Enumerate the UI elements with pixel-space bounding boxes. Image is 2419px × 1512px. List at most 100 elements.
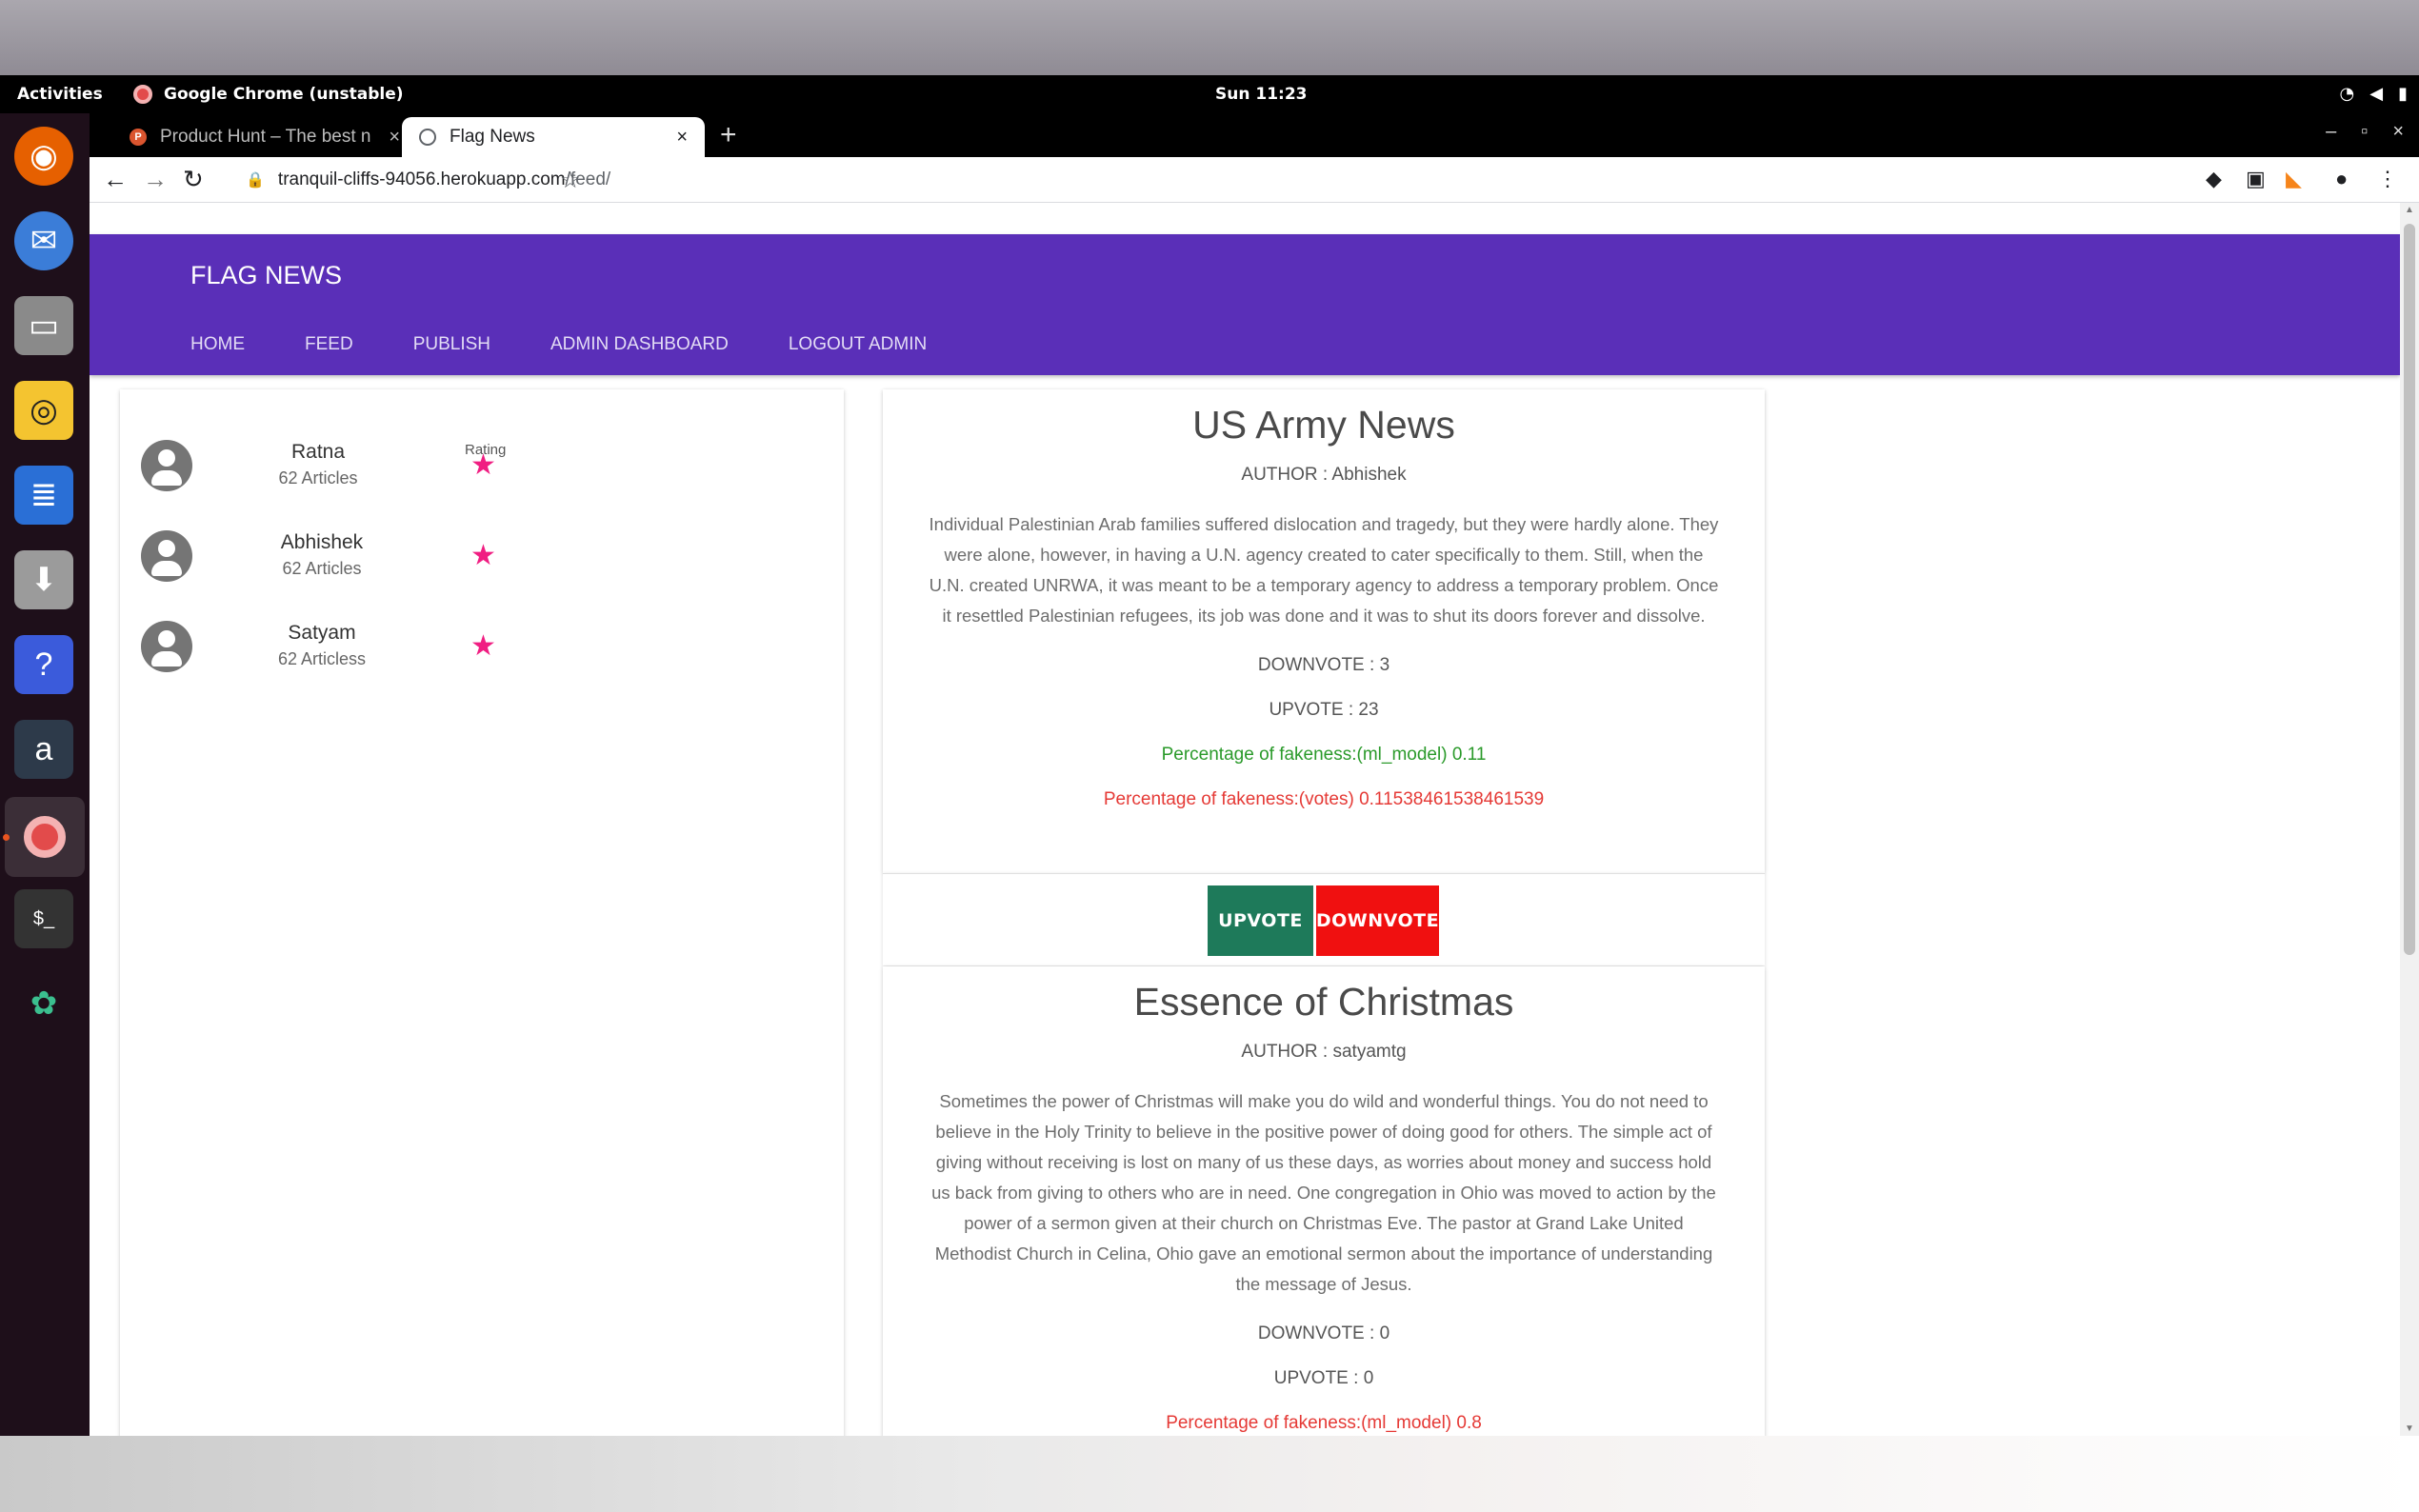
dock: ◉ ✉ ▭ ◎ ≣ ⬇ ? a $_ ✿ <box>0 113 90 1512</box>
fakeness-ml: Percentage of fakeness:(ml_model) 0.11 <box>1161 745 1487 765</box>
profile-icon[interactable]: ● <box>2335 167 2348 191</box>
files-icon[interactable]: ▭ <box>14 296 73 355</box>
running-indicator <box>3 834 10 841</box>
tab-flag-news[interactable]: Flag News × <box>402 117 705 157</box>
firefox-icon[interactable]: ◉ <box>14 127 73 186</box>
address-bar[interactable]: 🔒 tranquil-cliffs-94056.herokuapp.com/fe… <box>230 163 2269 197</box>
upvote-button[interactable]: UPVOTE <box>1208 885 1313 956</box>
system-top-bar: Activities Google Chrome (unstable) Sun … <box>0 75 2419 113</box>
avatar-icon <box>141 530 192 582</box>
writer-icon[interactable]: ≣ <box>14 466 73 525</box>
forward-icon[interactable]: → <box>143 165 168 194</box>
maximize-icon[interactable]: ▫ <box>2361 121 2368 143</box>
nav-logout-admin[interactable]: LOGOUT ADMIN <box>789 334 927 355</box>
thunderbird-icon[interactable]: ✉ <box>14 211 73 270</box>
downvote-count: DOWNVOTE : 0 <box>1257 1323 1390 1343</box>
bookmark-star-icon[interactable]: ☆ <box>560 167 2249 194</box>
close-tab-icon[interactable]: × <box>389 127 400 149</box>
tab-product-hunt[interactable]: P Product Hunt – The best n × <box>112 117 417 157</box>
rating-star-icon: ★ <box>470 449 496 481</box>
amazon-icon[interactable]: a <box>14 720 73 779</box>
site-navbar: FLAG NEWS HOME FEED PUBLISH ADMIN DASHBO… <box>90 234 2400 375</box>
lock-icon: 🔒 <box>246 172 265 189</box>
author-name: Abhishek <box>280 531 364 553</box>
terminal-icon[interactable]: $_ <box>14 889 73 948</box>
rating-star-icon: ★ <box>470 540 496 571</box>
chrome-icon <box>133 85 152 104</box>
author-name: Satyam <box>288 622 356 644</box>
desktop-wallpaper-bottom <box>0 1436 2419 1512</box>
url-host: tranquil-cliffs-94056.herokuapp.com <box>277 169 566 189</box>
fakeness-ml: Percentage of fakeness:(ml_model) 0.8 <box>1166 1413 1482 1433</box>
author-article-count: 62 Articles <box>278 468 358 487</box>
battery-icon: ▮ <box>2398 84 2408 104</box>
author-article-count: 62 Articles <box>282 559 362 578</box>
site-brand[interactable]: FLAG NEWS <box>190 261 342 290</box>
article-body: Individual Palestinian Arab families suf… <box>929 514 1719 626</box>
article-author: AUTHOR : satyamtg <box>1241 1042 1407 1062</box>
globe-icon <box>419 129 436 146</box>
reload-icon[interactable]: ↻ <box>183 165 204 194</box>
rhythmbox-icon[interactable]: ◎ <box>14 381 73 440</box>
nav-publish[interactable]: PUBLISH <box>413 334 490 355</box>
avatar-icon <box>141 440 192 491</box>
author-row[interactable]: Satyam 62 Articless ★ <box>141 618 808 675</box>
nav-feed[interactable]: FEED <box>305 334 353 355</box>
desktop-wallpaper-top <box>0 0 2419 75</box>
minimize-icon[interactable]: – <box>2326 121 2336 143</box>
volume-icon: ◀ <box>2369 84 2384 104</box>
web-page: FLAG NEWS HOME FEED PUBLISH ADMIN DASHBO… <box>90 203 2400 1436</box>
product-hunt-icon: P <box>130 129 147 146</box>
scroll-down-icon[interactable]: ▼ <box>2405 1423 2414 1434</box>
article-card: Essence of Christmas AUTHOR : satyamtg S… <box>883 966 1765 1436</box>
software-icon[interactable]: ⬇ <box>14 550 73 609</box>
scrollbar-thumb[interactable] <box>2404 224 2415 955</box>
tab-strip: P Product Hunt – The best n × Flag News … <box>90 113 2419 157</box>
nav-links: HOME FEED PUBLISH ADMIN DASHBOARD LOGOUT… <box>190 334 927 355</box>
fakeness-votes: Percentage of fakeness:(votes) 0.1153846… <box>1103 789 1545 809</box>
help-icon[interactable]: ? <box>14 635 73 694</box>
upvote-count: UPVOTE : 23 <box>1269 700 1379 720</box>
tab-title: Product Hunt – The best n <box>160 127 371 147</box>
page-scrollbar[interactable]: ▲ ▼ <box>2400 203 2419 1436</box>
clock[interactable]: Sun 11:23 <box>1215 85 1307 104</box>
close-tab-icon[interactable]: × <box>676 127 688 149</box>
app-menu[interactable]: Google Chrome (unstable) <box>133 85 404 104</box>
upvote-count: UPVOTE : 0 <box>1273 1368 1374 1388</box>
authors-card: Rating Ratna 62 Articles ★ Abhishek 62 A… <box>120 389 844 1436</box>
downvote-count: DOWNVOTE : 3 <box>1257 655 1390 675</box>
extension-icon[interactable]: ◆ <box>2206 167 2222 191</box>
news-feed: US Army News AUTHOR : Abhishek Individua… <box>883 389 1765 1436</box>
nav-admin-dashboard[interactable]: ADMIN DASHBOARD <box>550 334 729 355</box>
menu-icon[interactable]: ⋮ <box>2377 167 2398 191</box>
window-controls: – ▫ × <box>2326 121 2404 143</box>
back-icon[interactable]: ← <box>103 165 128 194</box>
scroll-up-icon[interactable]: ▲ <box>2405 205 2414 215</box>
wifi-icon: ◔ <box>2339 84 2355 104</box>
cast-icon[interactable]: ▣ <box>2246 167 2266 191</box>
browser-toolbar: ← → ↻ 🔒 tranquil-cliffs-94056.herokuapp.… <box>90 157 2419 203</box>
tab-title: Flag News <box>450 127 535 147</box>
rating-star-icon: ★ <box>470 630 496 662</box>
author-row[interactable]: Ratna 62 Articles ★ <box>141 437 808 494</box>
settings-icon[interactable]: ✿ <box>14 974 73 1033</box>
downvote-button[interactable]: DOWNVOTE <box>1316 885 1439 956</box>
close-window-icon[interactable]: × <box>2392 121 2404 143</box>
nav-home[interactable]: HOME <box>190 334 245 355</box>
avatar-icon <box>141 621 192 672</box>
author-article-count: 62 Articless <box>277 649 367 668</box>
article-title: US Army News <box>1192 403 1455 447</box>
new-tab-icon[interactable]: + <box>720 119 737 151</box>
article-title: Essence of Christmas <box>1133 980 1514 1024</box>
chrome-dock-icon[interactable] <box>5 797 85 877</box>
author-name: Ratna <box>290 441 346 463</box>
article-card: US Army News AUTHOR : Abhishek Individua… <box>883 389 1765 873</box>
article-author: AUTHOR : Abhishek <box>1241 465 1407 485</box>
app-name: Google Chrome (unstable) <box>164 85 404 104</box>
author-row[interactable]: Abhishek 62 Articles ★ <box>141 527 808 585</box>
system-tray[interactable]: ◔ ◀ ▮ <box>2340 84 2408 104</box>
vote-bar: UPVOTE DOWNVOTE <box>883 873 1765 965</box>
activities-button[interactable]: Activities <box>17 85 103 104</box>
metamask-icon[interactable]: ◣ <box>2286 167 2302 191</box>
article-body: Sometimes the power of Christmas will ma… <box>931 1091 1716 1294</box>
